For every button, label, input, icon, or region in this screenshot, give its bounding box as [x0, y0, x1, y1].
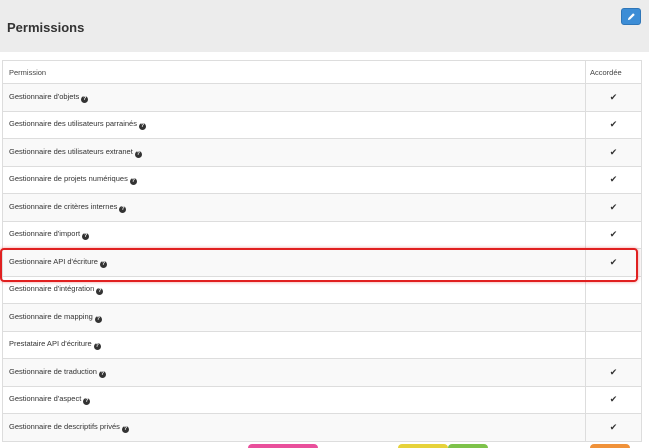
table-row: Gestionnaire de projets numériques? ✔	[2, 165, 642, 194]
permission-label: Gestionnaire de traduction	[9, 366, 97, 376]
permission-cell: Gestionnaire d'import?	[2, 220, 586, 249]
permission-label: Gestionnaire de mapping	[9, 311, 93, 321]
table-row: Gestionnaire d'import? ✔	[2, 220, 642, 249]
check-icon: ✔	[609, 91, 618, 102]
permission-cell: Gestionnaire de descriptifs privés?	[2, 413, 586, 442]
granted-cell	[585, 330, 642, 359]
help-icon[interactable]: ?	[98, 370, 106, 378]
table-row: Gestionnaire de critères internes? ✔	[2, 193, 642, 222]
help-icon[interactable]: ?	[83, 398, 91, 406]
help-icon[interactable]: ?	[99, 260, 107, 268]
permission-label: Gestionnaire d'intégration	[9, 284, 95, 294]
permission-cell: Gestionnaire de critères internes?	[2, 193, 586, 222]
permission-cell: Gestionnaire d'intégration?	[2, 275, 586, 304]
permission-label: Gestionnaire d'objets	[9, 91, 80, 101]
permission-label: Gestionnaire de descriptifs privés	[9, 421, 120, 431]
bottom-decoration-orange	[590, 444, 630, 448]
granted-cell: ✔	[585, 110, 642, 139]
help-icon[interactable]: ?	[94, 315, 102, 323]
granted-cell: ✔	[585, 413, 642, 442]
check-icon: ✔	[609, 256, 618, 267]
table-row: Gestionnaire API d'écriture? ✔	[2, 248, 642, 277]
granted-cell	[585, 275, 642, 304]
permission-label: Gestionnaire de critères internes	[9, 201, 118, 211]
help-icon[interactable]: ?	[129, 178, 137, 186]
permission-cell: Gestionnaire API d'écriture?	[2, 248, 586, 277]
permission-label: Gestionnaire des utilisateurs extranet	[9, 146, 133, 156]
check-icon: ✔	[609, 421, 618, 432]
check-icon: ✔	[609, 229, 618, 240]
help-icon[interactable]: ?	[93, 343, 101, 351]
granted-cell: ✔	[585, 248, 642, 277]
bottom-decoration-green	[448, 444, 488, 448]
table-row: Gestionnaire d'intégration?	[2, 275, 642, 304]
bottom-decoration-yellow	[398, 444, 448, 448]
permission-cell: Prestataire API d'écriture?	[2, 330, 586, 359]
table-header-row: Permission Accordée	[2, 60, 642, 84]
permission-label: Prestataire API d'écriture	[9, 339, 92, 349]
help-icon[interactable]: ?	[119, 205, 127, 213]
table-row: Gestionnaire des utilisateurs extranet? ✔	[2, 138, 642, 167]
check-icon: ✔	[609, 394, 618, 405]
edit-button[interactable]	[621, 8, 641, 25]
granted-cell	[585, 303, 642, 332]
pencil-icon	[627, 13, 635, 21]
permissions-table: Permission Accordée Gestionnaire d'objet…	[2, 60, 642, 442]
granted-cell: ✔	[585, 385, 642, 414]
check-icon: ✔	[609, 201, 618, 212]
help-icon[interactable]: ?	[81, 95, 89, 103]
granted-cell: ✔	[585, 358, 642, 387]
help-icon[interactable]: ?	[82, 233, 90, 241]
permission-label: Gestionnaire des utilisateurs parrainés	[9, 119, 137, 129]
permission-cell: Gestionnaire d'objets?	[2, 83, 586, 112]
table-row: Gestionnaire d'objets? ✔	[2, 83, 642, 112]
table-row: Gestionnaire de traduction? ✔	[2, 358, 642, 387]
table-row: Gestionnaire de mapping?	[2, 303, 642, 332]
granted-cell: ✔	[585, 165, 642, 194]
granted-cell: ✔	[585, 193, 642, 222]
check-icon: ✔	[609, 119, 618, 130]
table-row: Gestionnaire des utilisateurs parrainés?…	[2, 110, 642, 139]
bottom-decoration-pink	[248, 444, 318, 448]
panel-header: Permissions	[0, 0, 649, 52]
table-row: Gestionnaire d'aspect? ✔	[2, 385, 642, 414]
permission-cell: Gestionnaire de mapping?	[2, 303, 586, 332]
permission-cell: Gestionnaire de traduction?	[2, 358, 586, 387]
permission-cell: Gestionnaire des utilisateurs parrainés?	[2, 110, 586, 139]
permission-label: Gestionnaire d'aspect	[9, 394, 82, 404]
permission-label: Gestionnaire d'import	[9, 229, 81, 239]
column-header-permission: Permission	[2, 60, 586, 84]
help-icon[interactable]: ?	[96, 288, 104, 296]
check-icon: ✔	[609, 146, 618, 157]
permission-label: Gestionnaire API d'écriture	[9, 256, 98, 266]
check-icon: ✔	[609, 174, 618, 185]
check-icon: ✔	[609, 366, 618, 377]
table-row: Prestataire API d'écriture?	[2, 330, 642, 359]
permission-label: Gestionnaire de projets numériques	[9, 174, 128, 184]
column-header-granted: Accordée	[585, 60, 642, 84]
panel-title: Permissions	[7, 20, 85, 35]
granted-cell: ✔	[585, 220, 642, 249]
permission-cell: Gestionnaire de projets numériques?	[2, 165, 586, 194]
permission-cell: Gestionnaire d'aspect?	[2, 385, 586, 414]
granted-cell: ✔	[585, 83, 642, 112]
help-icon[interactable]: ?	[134, 150, 142, 158]
table-row: Gestionnaire de descriptifs privés? ✔	[2, 413, 642, 442]
help-icon[interactable]: ?	[121, 425, 129, 433]
granted-cell: ✔	[585, 138, 642, 167]
permission-cell: Gestionnaire des utilisateurs extranet?	[2, 138, 586, 167]
help-icon[interactable]: ?	[138, 123, 146, 131]
